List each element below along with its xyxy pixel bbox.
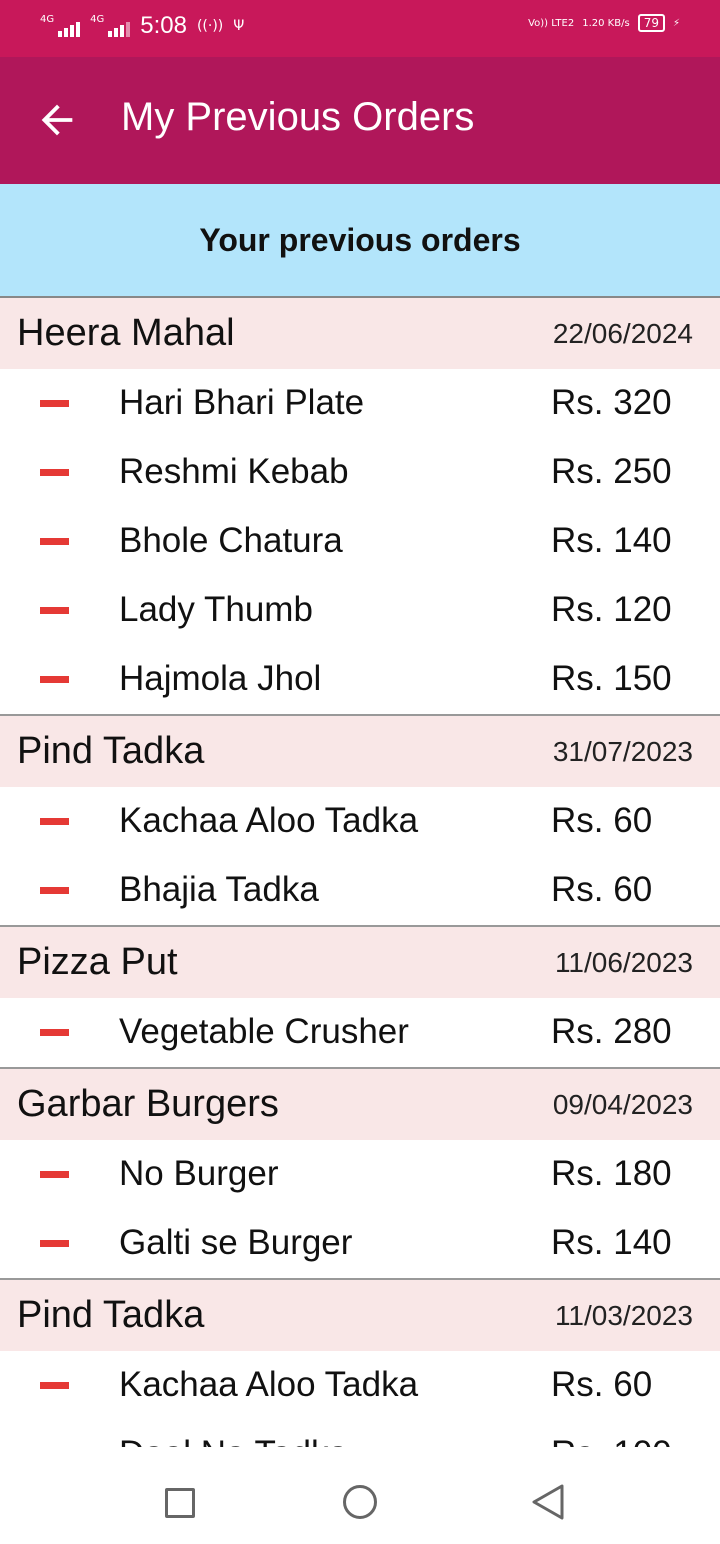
navigation-bar xyxy=(0,1447,720,1544)
order-group: Pind Tadka 11/03/2023 Kachaa Aloo Tadka Rs.… xyxy=(0,1280,720,1447)
restaurant-name: Pizza Put xyxy=(17,941,178,983)
order-item-row: Bhajia Tadka Rs. 60 xyxy=(0,856,720,925)
minus-icon xyxy=(40,538,69,545)
item-name: Lady Thumb xyxy=(119,590,313,629)
item-name: Hajmola Jhol xyxy=(119,659,322,698)
item-name: Bhole Chatura xyxy=(119,521,343,560)
minus-icon xyxy=(40,676,69,683)
order-group: Heera Mahal 22/06/2024 Hari Bhari Plate Rs.… xyxy=(0,298,720,716)
item-price: Rs. 150 xyxy=(551,659,672,698)
item-name: Hari Bhari Plate xyxy=(119,383,365,422)
orders-banner: Your previous orders xyxy=(0,184,720,298)
order-item-row: Kachaa Aloo Tadka Rs. 60 xyxy=(0,1351,720,1420)
item-name: Daal Na Tadka xyxy=(119,1434,348,1447)
item-price: Rs. 140 xyxy=(551,521,672,560)
page-title: My Previous Orders xyxy=(121,95,475,139)
minus-icon xyxy=(40,400,69,407)
home-button[interactable] xyxy=(343,1485,377,1519)
item-name: Reshmi Kebab xyxy=(119,452,349,491)
order-item-row: Bhole Chatura Rs. 140 xyxy=(0,507,720,576)
orders-list[interactable]: Heera Mahal 22/06/2024 Hari Bhari Plate Rs.… xyxy=(0,298,720,1447)
signal-icon-sim1: 4G xyxy=(40,15,81,37)
minus-icon xyxy=(40,1240,69,1247)
minus-icon xyxy=(40,818,69,825)
item-price: Rs. 120 xyxy=(551,590,672,629)
order-item-row: Hajmola Jhol Rs. 150 xyxy=(0,645,720,714)
item-name: Bhajia Tadka xyxy=(119,870,319,909)
item-name: No Burger xyxy=(119,1154,279,1193)
item-price: Rs. 180 xyxy=(551,1154,672,1193)
order-item-row: Kachaa Aloo Tadka Rs. 60 xyxy=(0,787,720,856)
order-header[interactable]: Pind Tadka 11/03/2023 xyxy=(0,1280,720,1351)
recents-button[interactable] xyxy=(165,1488,195,1518)
order-item-row: Vegetable Crusher Rs. 280 xyxy=(0,998,720,1067)
item-price: Rs. 60 xyxy=(551,870,653,909)
signal-icon-sim2: 4G xyxy=(90,15,131,37)
status-right: Vo)) LTE2 1.20 KB/s 79 ⚡ xyxy=(528,14,680,32)
minus-icon xyxy=(40,1382,69,1389)
order-item-row: Reshmi Kebab Rs. 250 xyxy=(0,438,720,507)
item-price: Rs. 60 xyxy=(551,801,653,840)
item-price: Rs. 60 xyxy=(551,1365,653,1404)
item-price: Rs. 320 xyxy=(551,383,672,422)
order-header[interactable]: Pind Tadka 31/07/2023 xyxy=(0,716,720,787)
status-time: 5:08 xyxy=(140,12,187,39)
minus-icon xyxy=(40,887,69,894)
order-item-row: No Burger Rs. 180 xyxy=(0,1140,720,1209)
item-price: Rs. 280 xyxy=(551,1012,672,1051)
banner-text: Your previous orders xyxy=(199,221,521,258)
order-date: 11/03/2023 xyxy=(554,1299,693,1331)
item-price: Rs. 250 xyxy=(551,452,672,491)
order-item-row: Galti se Burger Rs. 140 xyxy=(0,1209,720,1278)
order-date: 31/07/2023 xyxy=(552,735,693,767)
item-name: Kachaa Aloo Tadka xyxy=(119,801,419,840)
item-price: Rs. 100 xyxy=(551,1434,672,1447)
item-name: Kachaa Aloo Tadka xyxy=(119,1365,419,1404)
order-date: 09/04/2023 xyxy=(552,1088,693,1120)
app-bar: My Previous Orders xyxy=(0,57,720,184)
restaurant-name: Pind Tadka xyxy=(17,730,205,772)
minus-icon xyxy=(40,1029,69,1036)
net-speed: 1.20 KB/s xyxy=(582,17,630,29)
minus-icon xyxy=(40,469,69,476)
charging-icon: ⚡ xyxy=(672,17,680,29)
status-left: 4G 4G 5:08 ((·)) Ψ xyxy=(40,12,244,40)
back-nav-button[interactable] xyxy=(530,1483,566,1521)
order-date: 11/06/2023 xyxy=(554,946,693,978)
item-name: Vegetable Crusher xyxy=(119,1012,409,1051)
order-header[interactable]: Heera Mahal 22/06/2024 xyxy=(0,298,720,369)
status-bar: 4G 4G 5:08 ((·)) Ψ Vo)) LTE2 1.20 KB/s 7… xyxy=(0,0,720,57)
order-group: Pind Tadka 31/07/2023 Kachaa Aloo Tadka Rs.… xyxy=(0,716,720,927)
battery-icon: 79 xyxy=(637,14,665,32)
volte-indicator: Vo)) LTE2 xyxy=(528,17,575,29)
order-item-row: Lady Thumb Rs. 120 xyxy=(0,576,720,645)
item-name: Galti se Burger xyxy=(119,1223,353,1262)
item-price: Rs. 140 xyxy=(551,1223,672,1262)
restaurant-name: Pind Tadka xyxy=(17,1294,205,1336)
usb-icon: Ψ xyxy=(233,18,245,34)
arrow-left-icon[interactable] xyxy=(34,97,80,143)
order-item-row: Hari Bhari Plate Rs. 320 xyxy=(0,369,720,438)
order-date: 22/06/2024 xyxy=(552,317,693,349)
hotspot-icon: ((·)) xyxy=(196,18,224,34)
minus-icon xyxy=(40,607,69,614)
order-group: Garbar Burgers 09/04/2023 No Burger Rs. 180… xyxy=(0,1069,720,1280)
order-item-row: Daal Na Tadka Rs. 100 xyxy=(0,1420,720,1447)
minus-icon xyxy=(40,1171,69,1178)
order-header[interactable]: Garbar Burgers 09/04/2023 xyxy=(0,1069,720,1140)
restaurant-name: Heera Mahal xyxy=(17,312,235,354)
order-header[interactable]: Pizza Put 11/06/2023 xyxy=(0,927,720,998)
order-group: Pizza Put 11/06/2023 Vegetable Crusher Rs. … xyxy=(0,927,720,1069)
restaurant-name: Garbar Burgers xyxy=(17,1083,279,1125)
